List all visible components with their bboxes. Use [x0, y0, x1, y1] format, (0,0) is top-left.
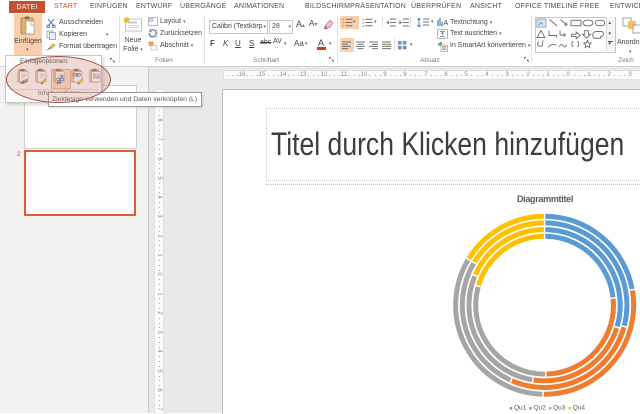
svg-text:Qu4: Qu4: [573, 405, 586, 412]
svg-text:Diagrammtitel: Diagrammtitel: [517, 194, 573, 204]
svg-text:Qu1: Qu1: [514, 405, 527, 412]
svg-text:Qu3: Qu3: [553, 405, 566, 412]
svg-text:Qu2: Qu2: [534, 405, 547, 412]
svg-text:A: A: [444, 20, 449, 27]
